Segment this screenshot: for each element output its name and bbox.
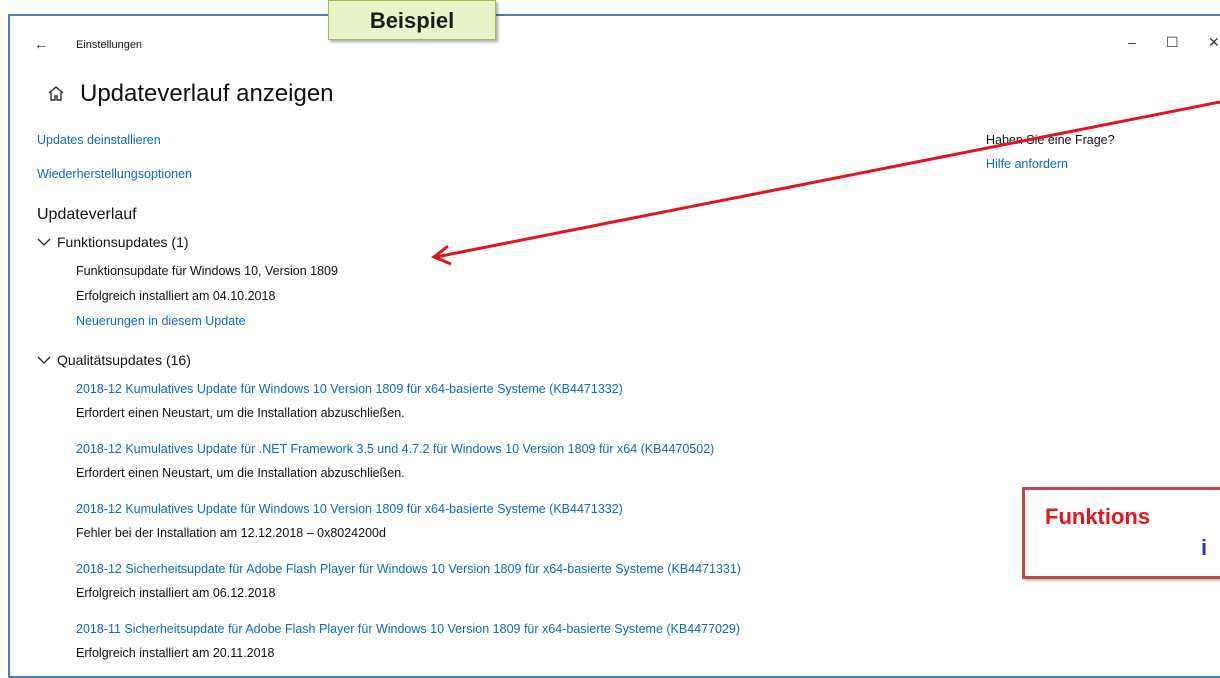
maximize-button[interactable]: ☐ — [1166, 34, 1179, 51]
close-button[interactable]: ✕ — [1208, 34, 1220, 51]
annotation-box: Funktions i — [1022, 487, 1220, 579]
app-title: Einstellungen — [76, 39, 143, 51]
feature-updates-toggle[interactable]: Funktionsupdates (1) — [37, 234, 189, 250]
chevron-down-icon — [37, 356, 51, 364]
feature-update-status: Erfolgreich installiert am 04.10.2018 — [76, 289, 276, 303]
quality-update-status: Fehler bei der Installation am 12.12.201… — [76, 526, 386, 540]
feature-updates-label: Funktionsupdates (1) — [57, 234, 189, 250]
uninstall-updates-link[interactable]: Updates deinstallieren — [37, 133, 161, 147]
quality-update-status: Erfordert einen Neustart, um die Install… — [76, 466, 405, 480]
help-question: Haben Sie eine Frage? — [986, 133, 1115, 147]
quality-update-status: Erfolgreich installiert am 20.11.2018 — [76, 646, 275, 660]
page-header: Updateverlauf anzeigen — [46, 80, 334, 108]
whats-new-link[interactable]: Neuerungen in diesem Update — [76, 314, 246, 328]
back-arrow-icon[interactable]: ← — [34, 36, 48, 52]
quality-update-link[interactable]: 2018-12 Kumulatives Update für Windows 1… — [76, 502, 623, 516]
page-title: Updateverlauf anzeigen — [80, 80, 334, 107]
quality-update-status: Erfordert einen Neustart, um die Install… — [76, 406, 405, 420]
annotation-text-2: i — [1201, 535, 1208, 560]
quality-update-link[interactable]: 2018-12 Kumulatives Update für .NET Fram… — [76, 442, 714, 456]
quality-updates-label: Qualitätsupdates (16) — [57, 352, 191, 368]
recovery-options-link[interactable]: Wiederherstellungsoptionen — [37, 167, 192, 181]
home-icon — [48, 86, 64, 101]
quality-update-link[interactable]: 2018-11 Sicherheitsupdate für Adobe Flas… — [76, 622, 740, 636]
get-help-link[interactable]: Hilfe anfordern — [986, 157, 1068, 171]
quality-update-link[interactable]: 2018-12 Sicherheitsupdate für Adobe Flas… — [76, 562, 741, 576]
feature-update-name: Funktionsupdate für Windows 10, Version … — [76, 264, 338, 278]
minimize-button[interactable]: – — [1128, 34, 1136, 50]
title-bar: ← Einstellungen – ☐ ✕ — [10, 16, 1220, 62]
quality-updates-toggle[interactable]: Qualitätsupdates (16) — [37, 352, 191, 368]
section-title: Updateverlauf — [37, 206, 137, 223]
example-callout: Beispiel — [328, 0, 496, 40]
annotation-text: Funktions — [1045, 504, 1151, 529]
chevron-down-icon — [37, 238, 51, 246]
quality-update-link[interactable]: 2018-12 Kumulatives Update für Windows 1… — [76, 382, 623, 396]
quality-update-status: Erfolgreich installiert am 06.12.2018 — [76, 586, 276, 600]
